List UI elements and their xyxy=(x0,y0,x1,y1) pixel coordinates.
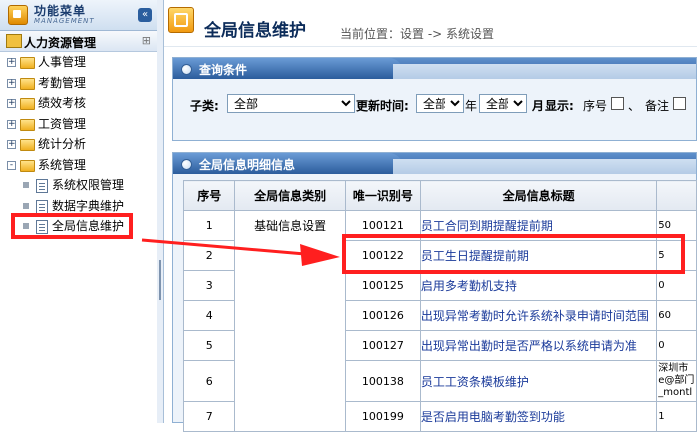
annotation-arrow xyxy=(141,238,340,266)
